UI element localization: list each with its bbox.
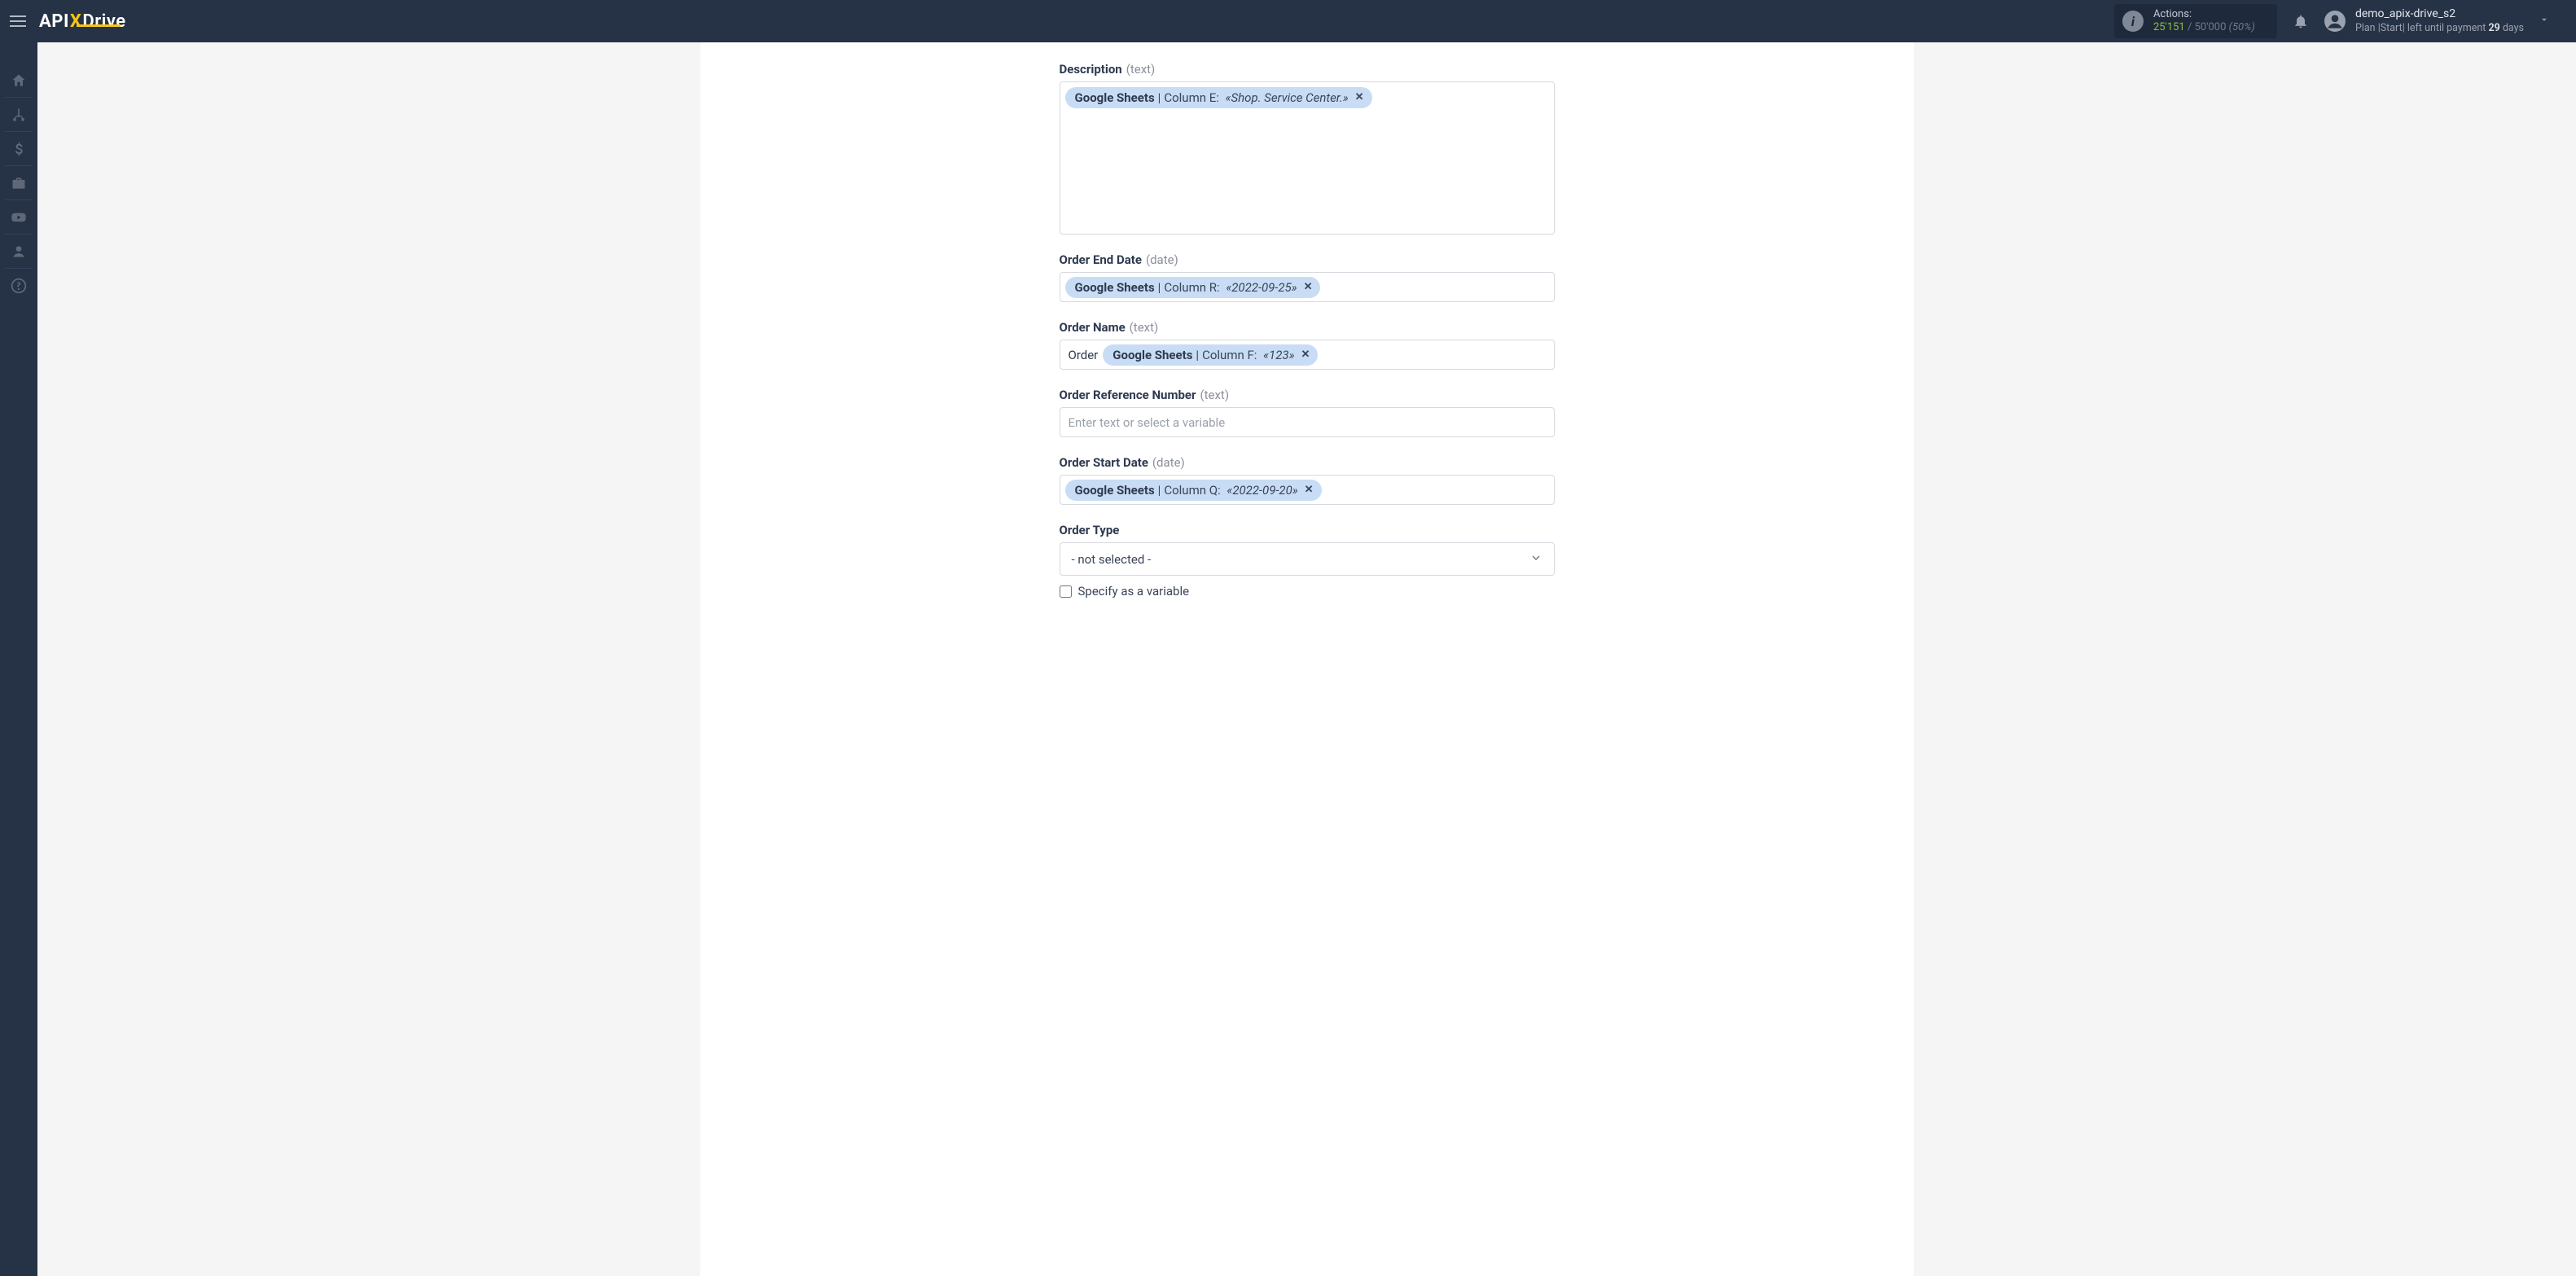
actions-pct: (50%) [2229,21,2255,33]
youtube-icon [11,209,27,226]
nav-home[interactable] [0,64,37,98]
form-card: Description (text) Google Sheets | Colum… [700,42,1914,1276]
actions-used: 25'151 [2153,21,2185,33]
brand-logo[interactable]: API X Drive [39,11,126,32]
info-icon: i [2122,11,2144,32]
variable-chip[interactable]: Google Sheets | Column F: «123» ✕ [1103,344,1318,366]
brand-part-drive: Drive [82,11,125,32]
bell-icon [2293,13,2309,29]
order-start-date-input[interactable]: Google Sheets | Column Q: «2022-09-20» ✕ [1060,475,1555,505]
nav-connections[interactable] [0,98,37,132]
field-type: (date) [1152,455,1185,470]
field-label: Order Reference Number [1060,388,1196,402]
field-order-name: Order Name (text) Order Google Sheets | … [1060,320,1555,370]
chip-remove-icon[interactable]: ✕ [1355,89,1364,107]
field-order-end-date: Order End Date (date) Google Sheets | Co… [1060,252,1555,302]
home-icon [11,72,27,89]
field-type: (text) [1130,320,1159,335]
help-icon [11,278,27,294]
notifications-button[interactable] [2287,7,2315,35]
order-type-select[interactable]: - not selected - [1060,542,1555,576]
menu-toggle[interactable] [7,10,29,33]
field-order-ref: Order Reference Number (text) Enter text… [1060,388,1555,437]
order-ref-input[interactable]: Enter text or select a variable [1060,407,1555,437]
nav-account[interactable] [0,235,37,269]
specify-as-variable-checkbox[interactable] [1060,585,1072,598]
variable-chip[interactable]: Google Sheets | Column E: «Shop. Service… [1065,87,1372,108]
field-description: Description (text) Google Sheets | Colum… [1060,62,1555,235]
actions-total: 50'000 [2195,21,2227,33]
user-icon [11,243,27,260]
field-label: Order End Date [1060,252,1142,267]
chip-remove-icon[interactable]: ✕ [1301,346,1310,364]
briefcase-icon [11,175,27,191]
order-end-date-input[interactable]: Google Sheets | Column R: «2022-09-25» ✕ [1060,272,1555,302]
field-label: Description [1060,62,1122,77]
field-type: (date) [1146,252,1178,267]
specify-as-variable-label[interactable]: Specify as a variable [1078,584,1190,599]
field-label: Order Type [1060,523,1120,537]
variable-chip[interactable]: Google Sheets | Column R: «2022-09-25» ✕ [1065,277,1321,298]
description-input[interactable]: Google Sheets | Column E: «Shop. Service… [1060,81,1555,235]
brand-part-x: X [69,11,82,32]
variable-chip[interactable]: Google Sheets | Column Q: «2022-09-20» ✕ [1065,480,1322,501]
nav-video[interactable] [0,200,37,235]
actions-label: Actions: [2153,8,2255,21]
field-order-type: Order Type - not selected - Specify as a… [1060,523,1555,599]
avatar-icon [2324,11,2346,32]
nav-help[interactable] [0,269,37,303]
sitemap-icon [11,107,27,123]
plan-line: Plan |Start| left until payment 29 days [2355,22,2524,35]
chevron-down-icon [1529,551,1543,568]
field-type: (text) [1200,388,1229,402]
placeholder-text: Enter text or select a variable [1065,415,1226,430]
actions-numbers: 25'151 / 50'000 (50%) [2153,21,2255,34]
chip-remove-icon[interactable]: ✕ [1304,278,1313,296]
user-menu[interactable]: demo_apix-drive_s2 Plan |Start| left unt… [2324,7,2566,34]
field-label: Order Start Date [1060,455,1148,470]
dollar-icon [11,141,27,157]
field-label: Order Name [1060,320,1126,335]
brand-underline [77,24,121,27]
topbar: API X Drive i Actions: 25'151 / 50'000 (… [0,0,2576,42]
chevron-down-icon [2539,14,2550,29]
field-type: (text) [1126,62,1156,77]
brand-part-api: API [39,11,69,32]
sidebar [0,42,37,1276]
chip-remove-icon[interactable]: ✕ [1305,481,1314,499]
user-name: demo_apix-drive_s2 [2355,7,2524,22]
select-value: - not selected - [1072,552,1152,567]
nav-billing[interactable] [0,132,37,166]
page-body: Description (text) Google Sheets | Colum… [37,42,2576,1276]
actions-quota[interactable]: i Actions: 25'151 / 50'000 (50%) [2114,4,2277,39]
field-order-start-date: Order Start Date (date) Google Sheets | … [1060,455,1555,505]
order-name-input[interactable]: Order Google Sheets | Column F: «123» ✕ [1060,340,1555,370]
static-prefix: Order [1065,348,1099,362]
nav-tools[interactable] [0,166,37,200]
